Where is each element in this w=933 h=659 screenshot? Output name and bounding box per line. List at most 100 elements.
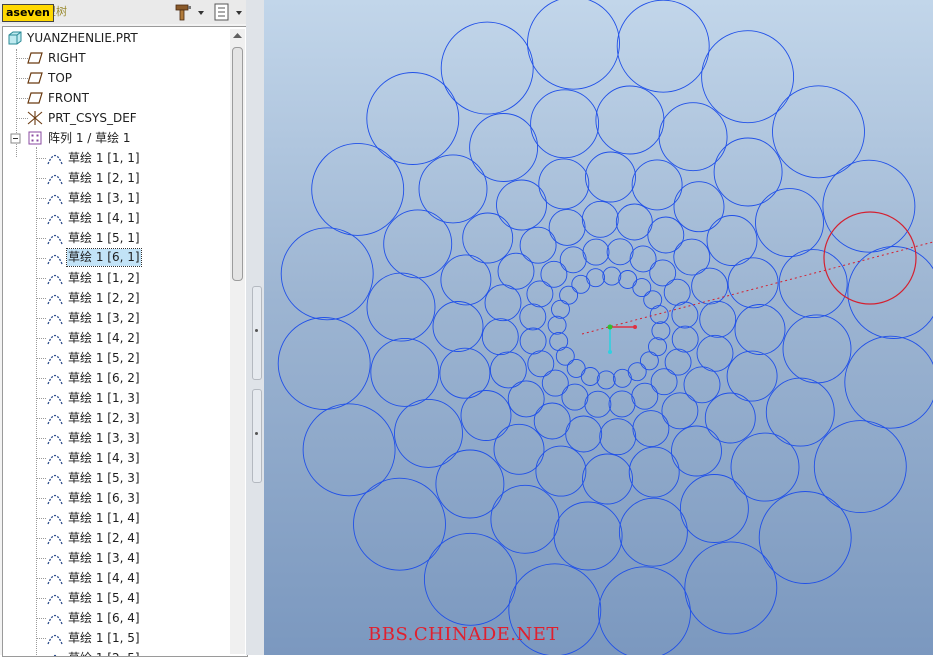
pattern-circle[interactable] [602,266,622,286]
pattern-circle[interactable] [661,392,699,430]
pattern-circle[interactable] [366,272,436,342]
pattern-circle[interactable] [280,227,374,321]
pattern-circle[interactable] [484,284,522,322]
pattern-circle[interactable] [581,200,619,238]
pattern-circle[interactable] [551,299,570,319]
pattern-circle[interactable] [527,0,620,90]
pattern-circle[interactable] [691,267,729,305]
pattern-circle[interactable] [507,380,545,418]
pattern-circle[interactable] [664,348,692,376]
pattern-circle[interactable] [683,366,721,404]
pattern-circle[interactable] [595,85,665,155]
pattern-circle[interactable] [566,358,586,378]
pattern-circle[interactable] [519,226,557,264]
collapse-icon[interactable] [10,131,22,145]
pattern-circle[interactable] [585,151,636,203]
pattern-circle[interactable] [418,154,488,224]
pattern-circle[interactable] [519,327,547,355]
highlighted-circle[interactable] [823,211,917,305]
pattern-circle[interactable] [561,383,589,411]
pattern-circle[interactable] [277,317,371,410]
pattern-circle[interactable] [571,274,591,294]
pattern-circle[interactable] [493,423,545,475]
pattern-circle[interactable] [618,497,688,567]
pattern-circle[interactable] [713,137,783,207]
pattern-circle[interactable] [481,318,519,356]
pattern-circle[interactable] [673,238,711,276]
pattern-circle[interactable] [439,347,491,399]
splitter-handle[interactable] [252,389,262,483]
pattern-circle[interactable] [782,314,852,384]
pattern-circle[interactable] [627,362,647,382]
model-canvas[interactable] [264,0,933,659]
pattern-circle[interactable] [631,382,659,410]
pattern-circle[interactable] [699,300,737,338]
settings-menu-button[interactable] [172,2,206,22]
pattern-circle[interactable] [541,369,569,397]
pattern-circle[interactable] [527,350,555,378]
pattern-circle[interactable] [679,474,749,543]
pattern-circle[interactable] [701,30,795,124]
pattern-circle[interactable] [671,301,699,329]
pattern-circle[interactable] [650,368,678,396]
pattern-circle[interactable] [599,418,637,456]
pattern-circle[interactable] [462,212,514,264]
pattern-circle[interactable] [598,566,691,659]
pattern-circle[interactable] [526,280,554,308]
pattern-circle[interactable] [596,370,616,390]
pattern-circle[interactable] [727,257,779,309]
pattern-circle[interactable] [704,392,756,444]
pattern-circle[interactable] [586,268,606,288]
pattern-circle[interactable] [423,532,517,626]
pattern-circle[interactable] [555,346,575,366]
pattern-circle[interactable] [533,402,571,440]
pattern-circle[interactable] [383,209,453,279]
pattern-circle[interactable] [469,113,539,182]
pattern-circle[interactable] [394,398,463,468]
pattern-circle[interactable] [658,102,728,172]
pattern-circle[interactable] [648,337,667,357]
pattern-circle[interactable] [549,331,569,351]
pattern-circle[interactable] [582,238,610,266]
pattern-circle[interactable] [565,415,603,453]
pattern-circle[interactable] [651,321,671,341]
pattern-circle[interactable] [649,259,677,287]
pattern-circle[interactable] [559,246,587,274]
graphics-viewport[interactable] [264,0,933,659]
pattern-circle[interactable] [643,290,663,310]
pattern-circle[interactable] [497,252,535,290]
pattern-circle[interactable] [530,89,600,159]
pattern-circle[interactable] [671,325,699,353]
pattern-circle[interactable] [432,301,484,352]
pattern-circle[interactable] [548,208,586,246]
pattern-circle[interactable] [673,181,725,233]
pattern-circle[interactable] [489,351,527,389]
pattern-circle[interactable] [547,315,567,335]
pattern-circle[interactable] [519,303,547,331]
pattern-circle[interactable] [649,305,669,325]
pattern-circle[interactable] [847,246,933,339]
pattern-circle[interactable] [632,278,652,298]
pattern-circle[interactable] [559,285,579,305]
pattern-circle[interactable] [582,453,633,505]
pattern-circle[interactable] [618,270,638,289]
pattern-circle[interactable] [734,304,786,355]
pattern-circle[interactable] [608,390,636,418]
pattern-circle[interactable] [730,432,800,502]
scroll-up-icon[interactable] [233,33,242,39]
pattern-circle[interactable] [616,0,710,93]
tree-scrollbar[interactable] [230,29,245,654]
pattern-circle[interactable] [632,410,670,448]
pattern-circle[interactable] [370,337,440,407]
pattern-circle[interactable] [755,188,824,258]
pattern-circle[interactable] [696,334,734,372]
pattern-circle[interactable] [813,420,907,514]
pattern-circle[interactable] [311,142,405,236]
pattern-circle[interactable] [639,351,659,371]
pattern-circle[interactable] [584,390,612,418]
pattern-circle[interactable] [629,245,657,273]
model-tree[interactable]: YUANZHENLIE.PRT RIGHT TOP FRONT PRT_CSYS… [2,26,248,657]
show-menu-button[interactable] [212,2,246,22]
panel-splitter[interactable] [246,0,264,655]
pattern-circle[interactable] [612,368,632,388]
